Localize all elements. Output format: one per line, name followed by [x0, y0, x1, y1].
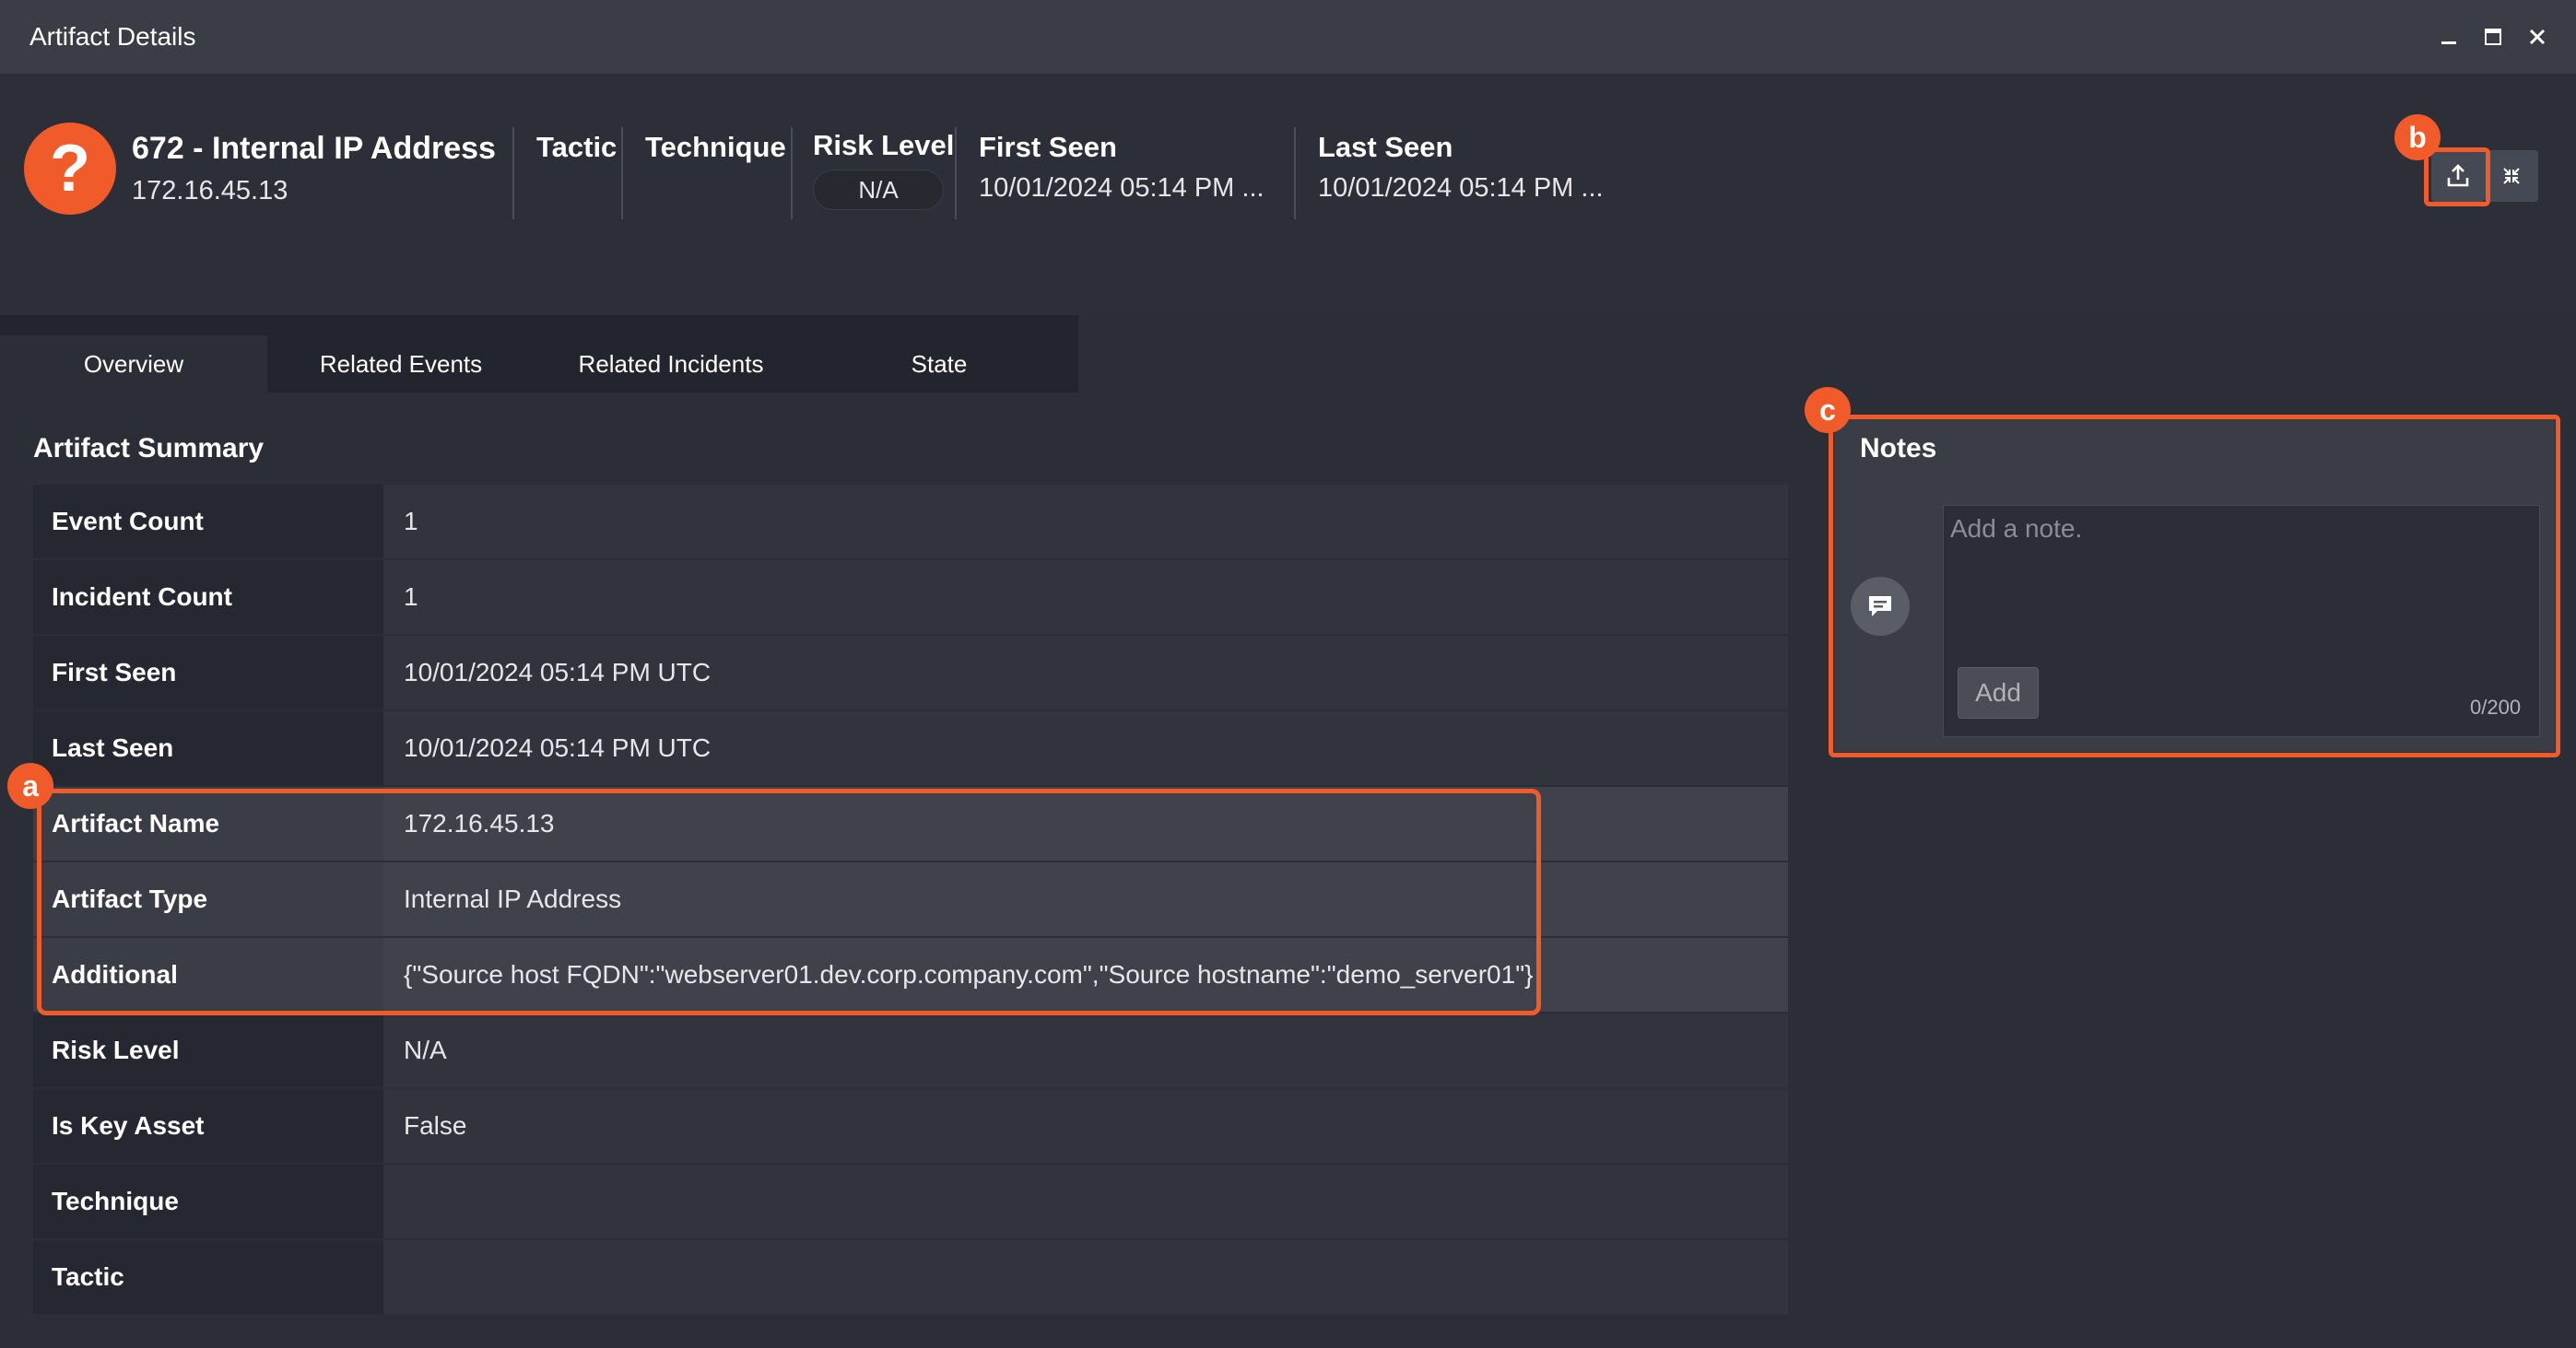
- header-divider: [955, 127, 957, 219]
- row-key: Technique: [33, 1165, 383, 1238]
- export-highlight: [2424, 147, 2490, 206]
- maximize-icon: [2485, 29, 2501, 45]
- header-divider: [512, 127, 514, 219]
- tab-overview[interactable]: Overview: [0, 335, 267, 393]
- last-seen-block: Last Seen 10/01/2024 05:14 PM ...: [1318, 131, 1604, 204]
- window-controls: [2436, 20, 2550, 53]
- row-key: Event Count: [33, 485, 383, 558]
- callout-a: a: [7, 763, 53, 809]
- table-row: Tactic: [33, 1240, 1788, 1316]
- last-seen-value: 10/01/2024 05:14 PM ...: [1318, 173, 1604, 203]
- row-value: N/A: [383, 1014, 1788, 1087]
- first-seen-block: First Seen 10/01/2024 05:14 PM ...: [979, 131, 1264, 204]
- artifact-title-block: 672 - Internal IP Address 172.16.45.13: [132, 131, 496, 206]
- artifact-details-highlight: [37, 789, 1541, 1015]
- collapse-button[interactable]: [2485, 150, 2538, 202]
- tab-related-incidents[interactable]: Related Incidents: [535, 335, 807, 393]
- table-row: Event Count 1: [33, 485, 1788, 560]
- callout-b: b: [2394, 114, 2441, 160]
- maximize-button[interactable]: [2480, 20, 2506, 53]
- close-button[interactable]: [2524, 20, 2550, 53]
- table-row: Risk Level N/A: [33, 1014, 1788, 1089]
- row-value: 10/01/2024 05:14 PM UTC: [383, 636, 1788, 709]
- table-row: Is Key Asset False: [33, 1089, 1788, 1165]
- table-row: Incident Count 1: [33, 560, 1788, 636]
- technique-label: Technique: [645, 131, 786, 163]
- artifact-summary-title: Artifact Summary: [33, 433, 265, 463]
- last-seen-label: Last Seen: [1318, 131, 1453, 163]
- artifact-ip: 172.16.45.13: [132, 176, 288, 205]
- row-value: [383, 1240, 1788, 1314]
- tab-bar: Overview Related Events Related Incident…: [0, 315, 1078, 393]
- header-divider: [621, 127, 623, 219]
- row-key: Last Seen: [33, 711, 383, 785]
- row-value: [383, 1165, 1788, 1238]
- window-title: Artifact Details: [29, 22, 196, 51]
- table-row: Last Seen 10/01/2024 05:14 PM UTC: [33, 711, 1788, 787]
- row-value: 10/01/2024 05:14 PM UTC: [383, 711, 1788, 785]
- tab-related-events[interactable]: Related Events: [267, 335, 535, 393]
- row-key: Risk Level: [33, 1014, 383, 1087]
- technique-block: Technique: [645, 131, 786, 164]
- table-row: Technique: [33, 1165, 1788, 1240]
- notes-highlight: [1829, 415, 2560, 757]
- window-titlebar: Artifact Details: [0, 0, 2576, 74]
- risk-level-block: Risk Level N/A: [813, 129, 954, 210]
- first-seen-label: First Seen: [979, 131, 1117, 163]
- collapse-icon: [2503, 168, 2520, 184]
- table-row: First Seen 10/01/2024 05:14 PM UTC: [33, 636, 1788, 711]
- artifact-title: 672 - Internal IP Address: [132, 131, 496, 166]
- header-divider: [791, 127, 793, 219]
- unknown-artifact-icon: ?: [24, 123, 116, 215]
- tactic-block: Tactic: [536, 131, 617, 164]
- risk-level-badge: N/A: [813, 170, 944, 210]
- row-value: False: [383, 1089, 1788, 1163]
- row-value: 1: [383, 560, 1788, 634]
- minimize-icon: [2441, 41, 2456, 44]
- tab-state[interactable]: State: [807, 335, 1071, 393]
- row-key: Is Key Asset: [33, 1089, 383, 1163]
- row-value: 1: [383, 485, 1788, 558]
- first-seen-value: 10/01/2024 05:14 PM ...: [979, 173, 1264, 203]
- row-key: First Seen: [33, 636, 383, 709]
- minimize-button[interactable]: [2436, 20, 2462, 53]
- header-divider: [1294, 127, 1296, 219]
- risk-level-label: Risk Level: [813, 129, 955, 161]
- close-icon: [2529, 29, 2546, 45]
- row-key: Tactic: [33, 1240, 383, 1314]
- row-key: Incident Count: [33, 560, 383, 634]
- callout-c: c: [1805, 387, 1851, 433]
- tactic-label: Tactic: [536, 131, 618, 163]
